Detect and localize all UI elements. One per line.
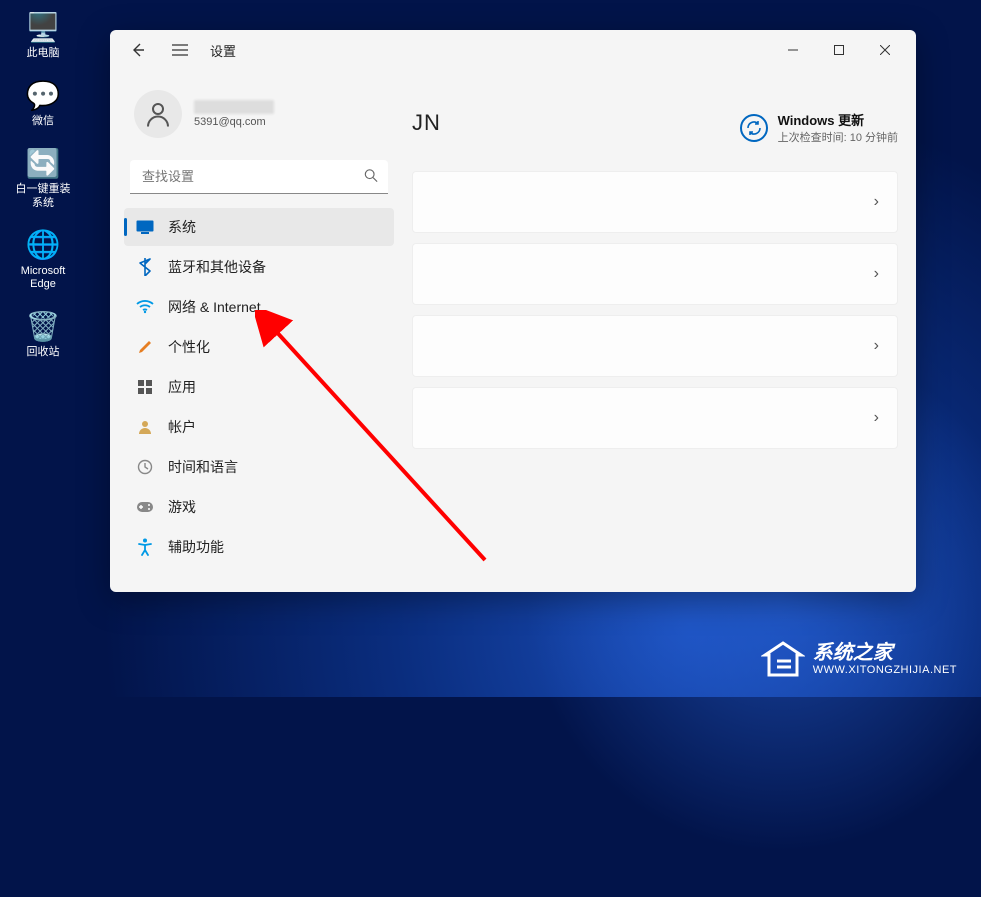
settings-row[interactable]: › [412,243,898,305]
search-input[interactable] [130,160,388,194]
nav-item-label: 个性化 [168,337,210,357]
nav-item-label: 时间和语言 [168,457,238,477]
nav-bluetooth[interactable]: 蓝牙和其他设备 [124,248,394,286]
desktop-icon-edge[interactable]: 🌐 Microsoft Edge [8,226,78,293]
user-email: 5391@qq.com [194,116,274,128]
brush-icon [136,338,154,356]
nav-apps[interactable]: 应用 [124,368,394,406]
window-titlebar: 设置 [110,30,916,70]
windows-update-card[interactable]: Windows 更新 上次检查时间: 10 分钟前 [740,110,898,145]
settings-window: 设置 5391@qq.com [110,30,916,592]
desktop-icon-label: Microsoft Edge [21,265,66,291]
user-account-row[interactable]: 5391@qq.com [124,90,394,158]
nav-item-label: 网络 & Internet [168,297,261,317]
sidebar-nav: 系统蓝牙和其他设备网络 & Internet 个性化应用帐户时间和语言游戏辅助功能 [124,208,394,566]
person-icon [143,99,173,129]
time-icon [136,458,154,476]
nav-item-label: 游戏 [168,497,196,517]
hamburger-menu-button[interactable] [168,38,192,62]
main-content: JN Windows 更新 上次检查时间: 10 分钟前 › › › › [408,70,916,592]
settings-row[interactable]: › [412,387,898,449]
user-info: 5391@qq.com [194,100,274,128]
nav-network[interactable]: 网络 & Internet [124,288,394,326]
hamburger-icon [172,44,188,56]
back-arrow-icon [130,42,146,58]
nav-system[interactable]: 系统 [124,208,394,246]
desktop-icons-column: 🖥️ 此电脑 💬 微信 🔄 白一键重装 系统 🌐 Microsoft Edge … [8,8,78,361]
settings-row[interactable]: › [412,315,898,377]
maximize-button[interactable] [816,34,862,66]
page-title: JN [412,110,441,136]
chevron-right-icon: › [874,193,879,211]
nav-item-label: 系统 [168,217,196,237]
chevron-right-icon: › [874,337,879,355]
accessibility-icon [136,538,154,556]
close-icon [880,45,890,55]
nav-time[interactable]: 时间和语言 [124,448,394,486]
close-button[interactable] [862,34,908,66]
nav-item-label: 帐户 [168,417,196,437]
edge-icon: 🌐 [26,228,60,262]
system-icon [136,218,154,236]
back-button[interactable] [126,38,150,62]
reinstall-icon: 🔄 [26,146,60,180]
bluetooth-icon [136,258,154,276]
nav-accounts[interactable]: 帐户 [124,408,394,446]
settings-row[interactable]: › [412,171,898,233]
desktop-icon-reinstall[interactable]: 🔄 白一键重装 系统 [8,144,78,211]
watermark-logo-icon [761,639,805,679]
search-box [130,160,388,194]
chevron-right-icon: › [874,409,879,427]
watermark: 系统之家 WWW.XITONGZHIJIA.NET [761,639,957,679]
titlebar-left: 设置 [118,38,236,62]
user-name [194,100,274,114]
recycle-icon: 🗑️ [26,309,60,343]
desktop-icon-this-pc[interactable]: 🖥️ 此电脑 [8,8,78,62]
watermark-en: WWW.XITONGZHIJIA.NET [813,664,957,676]
desktop-icon-label: 此电脑 [27,47,60,60]
desktop-icon-label: 回收站 [27,346,60,359]
update-subtitle: 上次检查时间: 10 分钟前 [778,129,898,145]
apps-icon [136,378,154,396]
nav-personalization[interactable]: 个性化 [124,328,394,366]
account-icon [136,418,154,436]
update-sync-icon [740,114,768,142]
sidebar: 5391@qq.com 系统蓝牙和其他设备网络 & Internet 个性化应用帐… [110,70,408,592]
desktop-icon-label: 微信 [32,115,54,128]
update-text: Windows 更新 上次检查时间: 10 分钟前 [778,110,898,145]
nav-item-label: 辅助功能 [168,537,224,557]
minimize-button[interactable] [770,34,816,66]
nav-item-label: 蓝牙和其他设备 [168,257,266,277]
desktop-icon-label: 白一键重装 系统 [16,183,71,209]
avatar [134,90,182,138]
window-body: 5391@qq.com 系统蓝牙和其他设备网络 & Internet 个性化应用帐… [110,70,916,592]
minimize-icon [788,45,798,55]
desktop-icon-wechat[interactable]: 💬 微信 [8,76,78,130]
desktop-icon-recycle[interactable]: 🗑️ 回收站 [8,307,78,361]
chevron-right-icon: › [874,265,879,283]
settings-list: › › › › [412,171,898,449]
maximize-icon [834,45,844,55]
update-title: Windows 更新 [778,110,898,129]
wifi-icon [136,298,154,316]
wechat-icon: 💬 [26,78,60,112]
nav-accessibility[interactable]: 辅助功能 [124,528,394,566]
this-pc-icon: 🖥️ [26,10,60,44]
main-header: JN Windows 更新 上次检查时间: 10 分钟前 [412,70,898,171]
nav-gaming[interactable]: 游戏 [124,488,394,526]
watermark-cn: 系统之家 [813,642,957,664]
nav-item-label: 应用 [168,377,196,397]
window-title: 设置 [210,41,236,60]
gaming-icon [136,498,154,516]
window-controls [770,34,908,66]
